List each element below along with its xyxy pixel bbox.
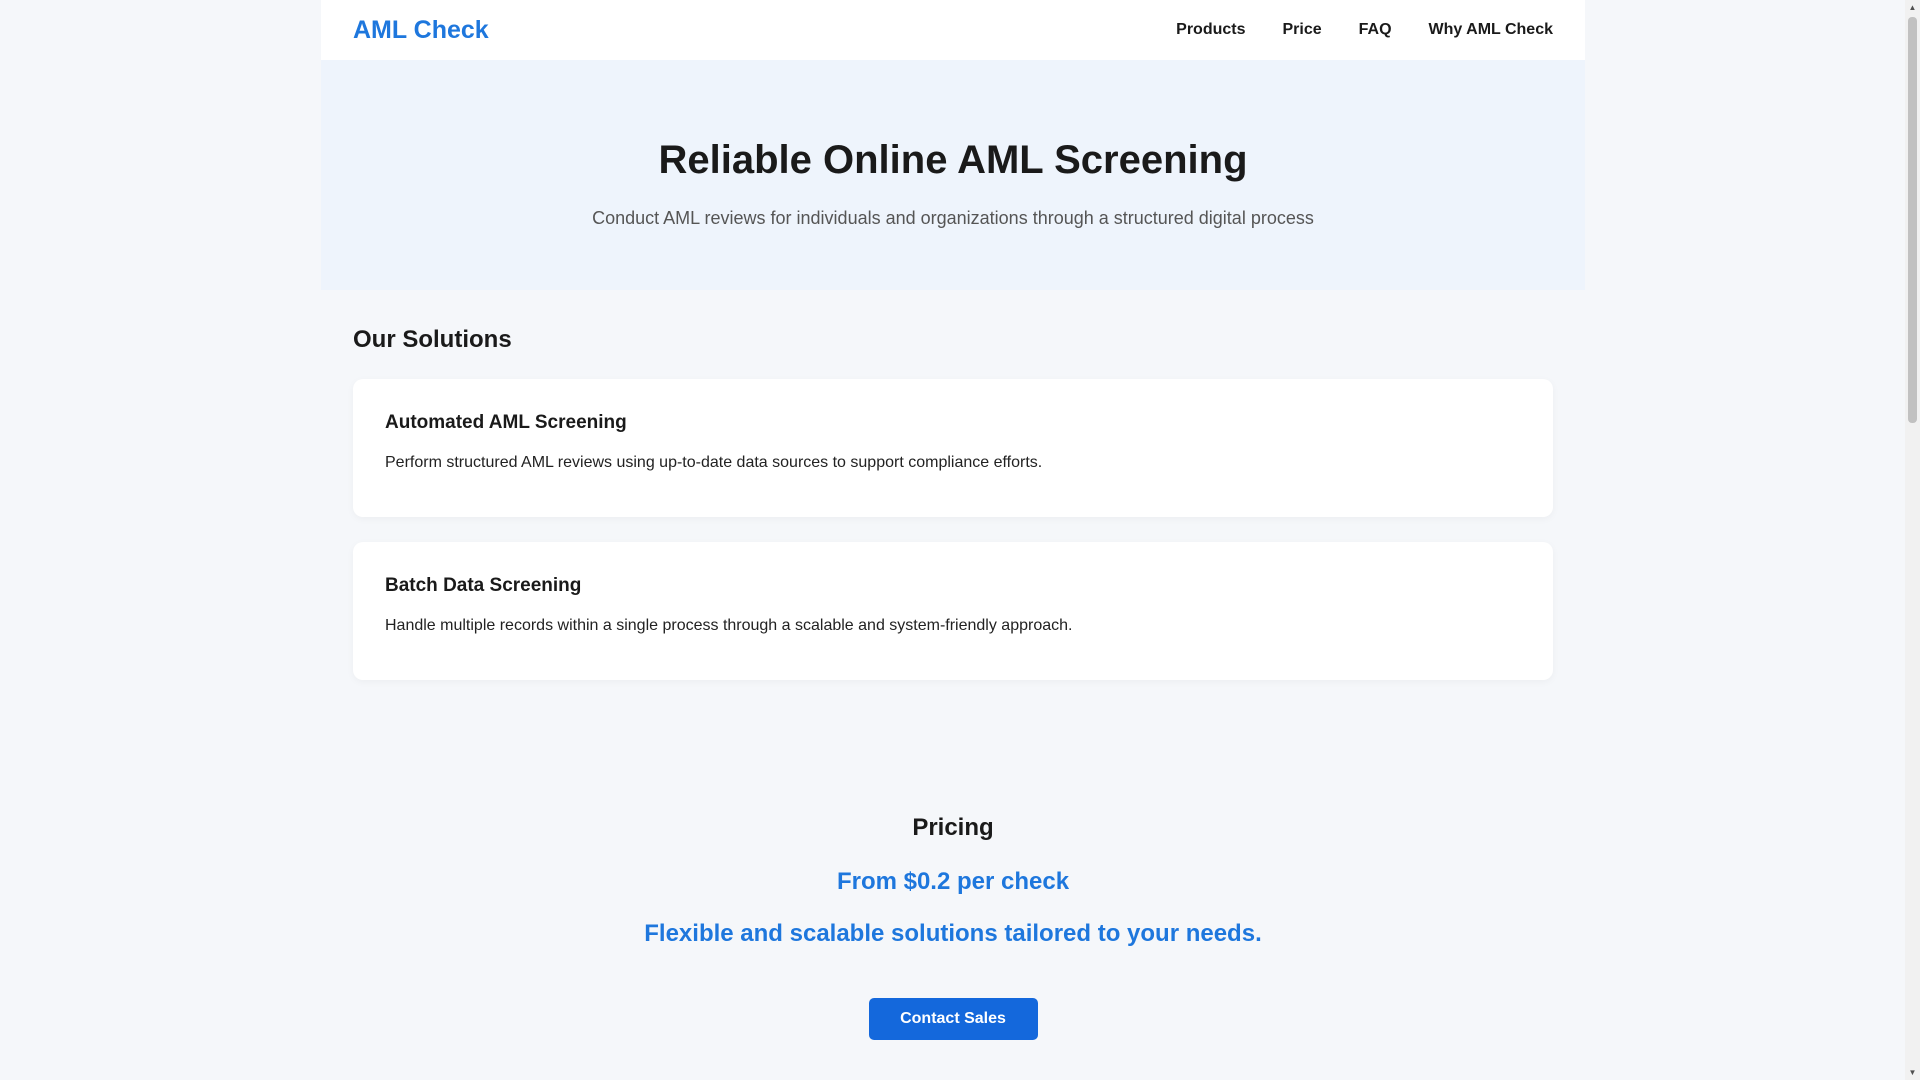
pricing-section: Pricing From $0.2 per check Flexible and… <box>321 705 1585 1040</box>
nav-link-why-aml-check[interactable]: Why AML Check <box>1429 21 1553 39</box>
solutions-heading: Our Solutions <box>353 326 512 353</box>
nav-link-products[interactable]: Products <box>1176 21 1245 39</box>
main-nav: Products Price FAQ Why AML Check <box>1176 21 1553 39</box>
nav-link-faq[interactable]: FAQ <box>1359 21 1392 39</box>
solution-card-title: Automated AML Screening <box>385 412 627 433</box>
scrollbar-thumb[interactable] <box>1908 17 1917 423</box>
solution-card-title: Batch Data Screening <box>385 575 582 596</box>
hero-section: Reliable Online AML Screening Conduct AM… <box>321 60 1585 290</box>
page-container: AML Check Products Price FAQ Why AML Che… <box>321 0 1585 1040</box>
nav-link-price[interactable]: Price <box>1283 21 1322 39</box>
viewport: AML Check Products Price FAQ Why AML Che… <box>0 0 1905 1080</box>
solution-card-description: Perform structured AML reviews using up-… <box>385 454 1043 471</box>
navbar: AML Check Products Price FAQ Why AML Che… <box>321 0 1585 60</box>
pricing-price: From $0.2 per check <box>836 868 1070 895</box>
pricing-tagline: Flexible and scalable solutions tailored… <box>644 920 1262 947</box>
hero-title: Reliable Online AML Screening <box>658 138 1248 182</box>
solution-card-automated-screening: Automated AML Screening Perform structur… <box>353 379 1553 517</box>
contact-sales-button[interactable]: Contact Sales <box>868 998 1038 1040</box>
solution-card-batch-screening: Batch Data Screening Handle multiple rec… <box>353 542 1553 680</box>
hero-subtitle: Conduct AML reviews for individuals and … <box>592 208 1314 228</box>
solution-card-description: Handle multiple records within a single … <box>385 617 1073 634</box>
scroll-down-arrow-icon[interactable]: ▼ <box>1905 1065 1920 1080</box>
pricing-heading: Pricing <box>912 814 994 841</box>
solutions-section: Our Solutions Automated AML Screening Pe… <box>321 290 1585 680</box>
scroll-up-arrow-icon[interactable]: ▲ <box>1905 0 1920 15</box>
site-logo[interactable]: AML Check <box>353 16 489 45</box>
vertical-scrollbar[interactable]: ▲ ▼ <box>1905 0 1920 1080</box>
